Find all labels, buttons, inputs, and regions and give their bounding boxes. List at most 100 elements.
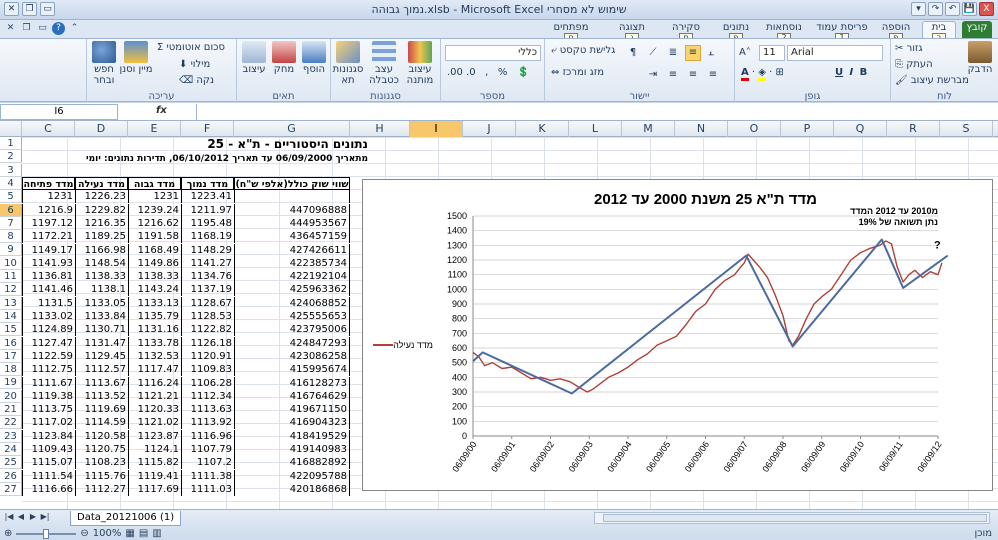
table-cell[interactable]: 1112.27 — [75, 482, 128, 496]
table-cell[interactable]: 1172.21 — [22, 230, 75, 244]
table-cell[interactable]: 1119.38 — [22, 389, 75, 403]
column-header[interactable]: C — [22, 121, 75, 137]
table-cell[interactable]: 1141.27 — [181, 256, 234, 270]
table-cell[interactable]: 1111.38 — [181, 469, 234, 483]
table-cell[interactable]: 1128.67 — [181, 296, 234, 310]
table-cell[interactable]: 1112.34 — [181, 389, 234, 403]
table-cell[interactable]: 1116.96 — [181, 429, 234, 443]
row-header[interactable]: 2 — [0, 150, 22, 164]
tab-home[interactable]: ביתב — [922, 21, 956, 43]
row-header[interactable]: 15 — [0, 323, 22, 337]
column-header[interactable]: S — [940, 121, 993, 137]
table-cell[interactable]: 1109.43 — [22, 443, 75, 456]
redo-icon[interactable]: ↷ — [928, 2, 943, 16]
align-center-button[interactable]: ≡ — [685, 67, 701, 83]
table-cell[interactable]: 1112.57 — [75, 363, 128, 377]
column-header[interactable]: P — [781, 121, 834, 137]
table-cell[interactable]: 1216.35 — [75, 216, 128, 230]
table-cell[interactable]: 1197.12 — [22, 216, 75, 230]
chart[interactable]: 0 100 200 300 400 500 600 700 800 900 1000 1100 1200… — [362, 179, 993, 491]
table-cell[interactable]: 1226.23 — [75, 190, 128, 204]
table-cell[interactable]: 1141.46 — [22, 283, 75, 297]
column-header[interactable]: R — [887, 121, 940, 137]
table-cell[interactable]: 1120.75 — [75, 443, 128, 456]
table-cell[interactable]: 1138.1 — [75, 283, 128, 297]
table-cell[interactable]: 423795006 — [234, 323, 350, 337]
table-cell[interactable]: 1106.28 — [181, 376, 234, 390]
column-header[interactable]: L — [569, 121, 622, 137]
table-cell[interactable]: 419671150 — [234, 403, 350, 417]
table-cell[interactable]: 1113.67 — [75, 376, 128, 390]
table-cell[interactable]: 1113.52 — [75, 389, 128, 403]
worksheet[interactable]: CDEFGHIJKLMNOPQRS 1 2 3 4 5 6 7 8 9 10 11 12 13 14 15 1… — [0, 121, 998, 509]
table-cell[interactable]: 1136.81 — [22, 270, 75, 284]
table-cell[interactable]: 1231 — [128, 190, 181, 204]
row-header[interactable]: 18 — [0, 363, 22, 377]
sort-filter-button[interactable]: מיין וסנן — [119, 39, 153, 75]
table-cell[interactable]: 1138.33 — [128, 270, 181, 284]
comma-icon[interactable]: , — [485, 67, 488, 78]
name-box[interactable]: I6 — [0, 104, 118, 120]
table-cell[interactable]: 1148.54 — [75, 256, 128, 270]
wrap-text-button[interactable]: ⤶ גלישת טקסט — [551, 45, 615, 56]
table-cell[interactable]: 1129.45 — [75, 349, 128, 363]
align-left-button[interactable]: ≡ — [705, 67, 721, 83]
table-cell[interactable]: 1116.24 — [128, 376, 181, 390]
table-cell[interactable]: 1141.93 — [22, 256, 75, 270]
table-cell[interactable]: 422385734 — [234, 256, 350, 270]
table-cell[interactable]: 1113.92 — [181, 416, 234, 430]
column-header[interactable]: E — [128, 121, 181, 137]
row-header[interactable]: 7 — [0, 216, 22, 230]
table-cell[interactable]: 1229.82 — [75, 203, 128, 217]
table-cell[interactable]: 1131.5 — [22, 296, 75, 310]
row-header[interactable]: 6 — [0, 203, 22, 217]
table-cell[interactable]: 1115.76 — [75, 469, 128, 483]
table-cell[interactable]: 1126.18 — [181, 336, 234, 350]
table-cell[interactable]: 416904323 — [234, 416, 350, 430]
row-header[interactable]: 5 — [0, 190, 22, 204]
table-cell[interactable]: 1128.53 — [181, 310, 234, 323]
select-all-corner[interactable] — [0, 121, 22, 137]
number-format-select[interactable]: כללי — [445, 45, 541, 61]
cut-button[interactable]: ✂ גזור — [895, 43, 923, 54]
table-cell[interactable]: 436457159 — [234, 230, 350, 244]
row-header[interactable]: 17 — [0, 349, 22, 363]
table-cell[interactable]: 444953567 — [234, 216, 350, 230]
table-cell[interactable]: 418419529 — [234, 429, 350, 443]
table-cell[interactable]: 1114.59 — [75, 416, 128, 430]
table-cell[interactable]: 1121.02 — [128, 416, 181, 430]
view-break-icon[interactable]: ▥ — [152, 528, 161, 539]
row-header[interactable]: 10 — [0, 256, 22, 270]
table-cell[interactable]: 1216.9 — [22, 203, 75, 217]
table-cell[interactable]: 1138.33 — [75, 270, 128, 284]
row-header[interactable]: 4 — [0, 176, 22, 190]
font-size-select[interactable]: 11 — [759, 45, 785, 61]
table-cell[interactable]: 1231 — [22, 190, 75, 204]
table-cell[interactable]: 1149.86 — [128, 256, 181, 270]
table-cell[interactable]: 1123.87 — [128, 429, 181, 443]
fill-button[interactable]: ⬇ מילוי — [179, 59, 210, 70]
table-cell[interactable]: 1195.48 — [181, 216, 234, 230]
row-header[interactable]: 26 — [0, 469, 22, 483]
table-cell[interactable]: 1120.33 — [128, 403, 181, 417]
autosum-button[interactable]: Σ סכום אוטומטי — [157, 42, 225, 53]
table-cell[interactable]: 1127.47 — [22, 336, 75, 350]
table-cell[interactable]: 1109.83 — [181, 363, 234, 377]
orientation-button[interactable]: ⟋ — [645, 45, 661, 61]
row-header[interactable]: 1 — [0, 137, 22, 150]
align-top-button[interactable]: ⫠ — [703, 45, 719, 61]
column-header[interactable]: N — [675, 121, 728, 137]
table-cell[interactable]: 1107.79 — [181, 443, 234, 456]
column-header[interactable]: Q — [834, 121, 887, 137]
percent-icon[interactable]: % — [498, 67, 508, 78]
table-cell[interactable]: 1211.97 — [181, 203, 234, 217]
next-sheet-icon[interactable]: ▶ — [28, 512, 38, 521]
row-header[interactable]: 27 — [0, 482, 22, 496]
column-header[interactable]: J — [463, 121, 516, 137]
underline-icon[interactable]: U — [835, 67, 843, 78]
table-cell[interactable]: 1149.17 — [22, 243, 75, 257]
cell-styles-button[interactable]: סגנונות תא — [331, 39, 365, 86]
merge-center-button[interactable]: ⇔ מזג ומרכז — [551, 67, 604, 78]
table-cell[interactable]: 416764629 — [234, 389, 350, 403]
table-cell[interactable]: 423086258 — [234, 349, 350, 363]
